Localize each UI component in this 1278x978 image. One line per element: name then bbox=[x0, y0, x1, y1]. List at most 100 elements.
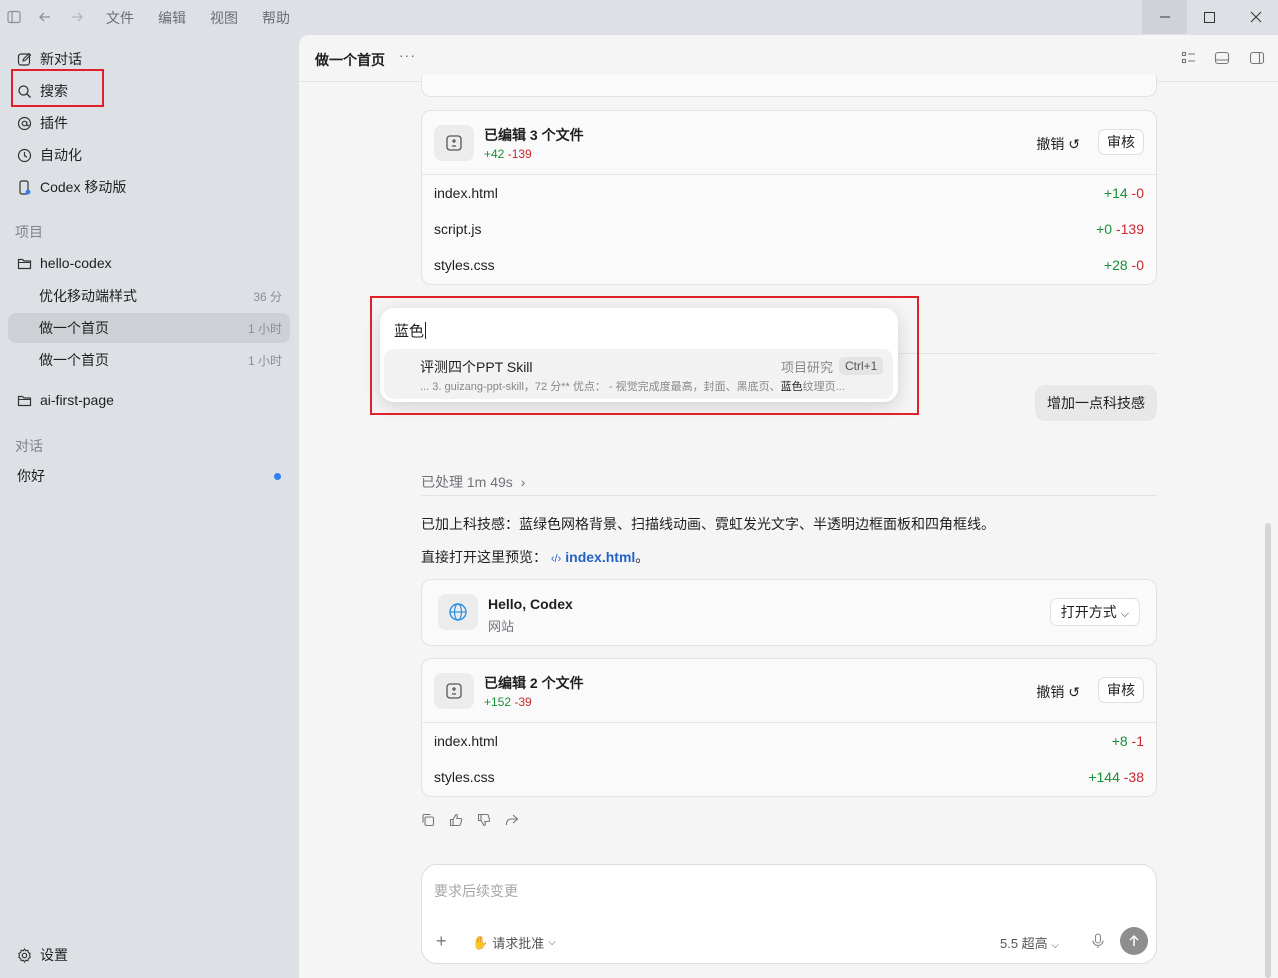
minimize-button[interactable] bbox=[1142, 0, 1187, 34]
copy-icon[interactable] bbox=[421, 813, 437, 829]
sidebar-item-label: 自动化 bbox=[40, 147, 82, 163]
file-row[interactable]: index.html +8 -1 bbox=[422, 723, 1156, 759]
edited-files-header: 已编辑 3 个文件 +42 -139 撤销 ↺ 审核 bbox=[422, 111, 1156, 175]
previous-card-edge bbox=[421, 75, 1157, 97]
model-dropdown[interactable]: 5.5 超高 ⌵ bbox=[1000, 933, 1059, 952]
thread-time: 1 小时 bbox=[247, 321, 282, 336]
file-diff-stats: +0 -139 bbox=[1096, 221, 1144, 237]
hand-icon: ✋ bbox=[472, 934, 489, 950]
new-chat-icon bbox=[16, 51, 32, 67]
side-panel-icon[interactable] bbox=[1249, 50, 1265, 66]
sidebar-toggle-icon[interactable] bbox=[6, 9, 22, 25]
thread-item[interactable]: 做一个首页 1 小时 bbox=[8, 345, 290, 375]
file-diff-stats: +144 -38 bbox=[1088, 769, 1144, 785]
mobile-icon bbox=[16, 179, 32, 195]
file-name: index.html bbox=[434, 733, 498, 749]
thread-item[interactable]: 优化移动端样式 36 分 bbox=[8, 281, 290, 311]
file-row[interactable]: script.js +0 -139 bbox=[422, 211, 1156, 247]
settings-button[interactable]: 设置 bbox=[16, 943, 68, 967]
website-card: Hello, Codex 网站 打开方式 ⌵ bbox=[421, 579, 1157, 646]
sidebar-item-new-chat[interactable]: 新对话 bbox=[16, 47, 82, 71]
thread-item-active[interactable]: 做一个首页 1 小时 bbox=[8, 313, 290, 343]
highlight-box bbox=[370, 296, 919, 415]
review-button[interactable]: 审核 bbox=[1098, 129, 1144, 155]
file-name: index.html bbox=[434, 185, 498, 201]
processed-toggle[interactable]: 已处理 1m 49s › bbox=[421, 472, 525, 492]
terminal-panel-icon[interactable] bbox=[1214, 50, 1230, 66]
settings-label: 设置 bbox=[40, 947, 68, 963]
thread-title: 优化移动端样式 bbox=[39, 288, 137, 304]
clock-icon bbox=[16, 147, 32, 163]
undo-icon: ↺ bbox=[1068, 136, 1080, 152]
edited-files-title: 已编辑 2 个文件 bbox=[484, 675, 584, 691]
edited-files-header: 已编辑 2 个文件 +152 -39 撤销 ↺ 审核 bbox=[422, 659, 1156, 723]
review-button[interactable]: 审核 bbox=[1098, 677, 1144, 703]
file-row[interactable]: styles.css +144 -38 bbox=[422, 759, 1156, 795]
sidebar: 新对话 搜索 插件 自动化 Codex 移动版 项目 hello-codex 优… bbox=[0, 34, 298, 978]
thumbs-up-icon[interactable] bbox=[449, 813, 465, 829]
chat-title: 你好 bbox=[17, 468, 45, 484]
scrollbar[interactable] bbox=[1265, 523, 1271, 978]
unread-dot bbox=[274, 473, 281, 480]
back-arrow-icon[interactable] bbox=[37, 9, 53, 25]
file-diff-stats: +14 -0 bbox=[1103, 185, 1144, 201]
thread-title: 做一个首页 bbox=[39, 352, 109, 368]
file-diff-stats: +8 -1 bbox=[1111, 733, 1144, 749]
index-html-link[interactable]: ‹/› index.html bbox=[551, 549, 635, 565]
undo-button[interactable]: 撤销 ↺ bbox=[1036, 134, 1080, 154]
project-hello-codex[interactable]: hello-codex bbox=[16, 251, 112, 275]
open-with-button[interactable]: 打开方式 ⌵ bbox=[1049, 598, 1140, 626]
reply-text: 已加上科技感：蓝绿色网格背景、扫描线动画、霓虹发光文字、半透明边框面板和四角框线… bbox=[421, 516, 995, 532]
thread-time: 36 分 bbox=[253, 289, 282, 304]
file-name: script.js bbox=[434, 221, 482, 237]
forward-arrow-icon[interactable] bbox=[69, 9, 85, 25]
file-row[interactable]: styles.css +28 -0 bbox=[422, 247, 1156, 283]
sidebar-item-label: Codex 移动版 bbox=[40, 179, 127, 195]
chat-item[interactable]: 你好 bbox=[17, 464, 285, 488]
globe-icon bbox=[438, 594, 478, 630]
arrow-up-icon bbox=[1129, 934, 1139, 946]
project-ai-first-page[interactable]: ai-first-page bbox=[16, 388, 114, 412]
list-view-icon[interactable] bbox=[1181, 50, 1197, 66]
message-input[interactable]: 要求后续变更 bbox=[434, 881, 518, 901]
approval-mode-dropdown[interactable]: ✋ 请求批准 ⌵ bbox=[472, 933, 556, 952]
user-message: 增加一点科技感 bbox=[1035, 385, 1157, 421]
close-button[interactable] bbox=[1233, 0, 1278, 34]
sidebar-item-plugins[interactable]: 插件 bbox=[16, 111, 68, 135]
edited-files-title: 已编辑 3 个文件 bbox=[484, 127, 584, 143]
share-icon[interactable] bbox=[505, 813, 521, 829]
sidebar-item-label: 新对话 bbox=[40, 51, 82, 67]
menu-view[interactable]: 视图 bbox=[210, 8, 238, 28]
chevron-down-icon: ⌵ bbox=[1051, 940, 1059, 951]
menu-edit[interactable]: 编辑 bbox=[158, 8, 186, 28]
chevron-down-icon: ⌵ bbox=[1120, 608, 1129, 620]
send-button[interactable] bbox=[1120, 927, 1148, 955]
thumbs-down-icon[interactable] bbox=[477, 813, 493, 829]
message-actions bbox=[421, 813, 521, 829]
edited-files-card: 已编辑 3 个文件 +42 -139 撤销 ↺ 审核 index.html +1… bbox=[421, 110, 1157, 285]
menu-file[interactable]: 文件 bbox=[106, 8, 134, 28]
sidebar-item-mobile[interactable]: Codex 移动版 bbox=[16, 175, 126, 199]
file-row[interactable]: index.html +14 -0 bbox=[422, 175, 1156, 211]
sidebar-item-automation[interactable]: 自动化 bbox=[16, 143, 82, 167]
file-diff-stats: +28 -0 bbox=[1103, 257, 1144, 273]
add-attachment-icon[interactable]: + bbox=[436, 931, 447, 952]
chevron-down-icon: ⌵ bbox=[548, 937, 556, 948]
edited-files-card: 已编辑 2 个文件 +152 -39 撤销 ↺ 审核 index.html +8… bbox=[421, 658, 1157, 797]
website-subtitle: 网站 bbox=[488, 619, 515, 634]
more-options-button[interactable]: ··· bbox=[399, 47, 416, 63]
project-name: hello-codex bbox=[40, 255, 112, 271]
main-panel: 做一个首页 ··· 已编辑 3 个文件 +42 -139 撤销 ↺ 审核 ind… bbox=[299, 35, 1278, 978]
maximize-button[interactable] bbox=[1187, 0, 1232, 34]
composer[interactable]: 要求后续变更 + ✋ 请求批准 ⌵ 5.5 超高 ⌵ bbox=[421, 864, 1157, 964]
microphone-icon[interactable] bbox=[1091, 933, 1107, 949]
file-diff-icon bbox=[434, 673, 474, 709]
sidebar-item-label: 插件 bbox=[40, 115, 68, 131]
projects-section-label: 项目 bbox=[15, 224, 43, 240]
diff-stats: +42 -139 bbox=[484, 147, 532, 161]
file-name: styles.css bbox=[434, 257, 495, 273]
divider bbox=[421, 495, 1157, 496]
menu-help[interactable]: 帮助 bbox=[262, 8, 290, 28]
undo-button[interactable]: 撤销 ↺ bbox=[1036, 682, 1080, 702]
file-diff-icon bbox=[434, 125, 474, 161]
